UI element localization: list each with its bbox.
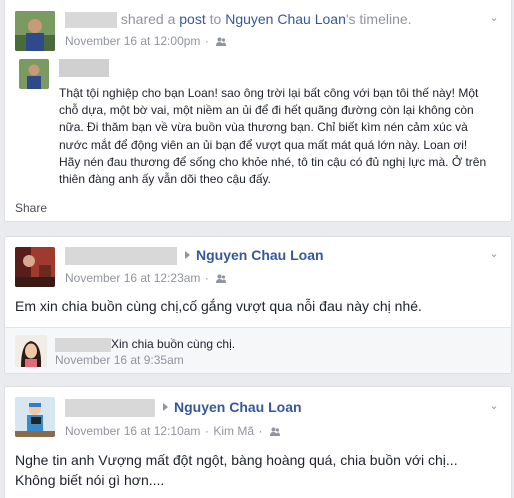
- inner-author-name-redacted[interactable]: [59, 59, 109, 77]
- inner-author-name[interactable]: [59, 59, 109, 77]
- chevron-down-icon[interactable]: ⌄: [487, 247, 501, 261]
- comment-body: Xin chia buồn cùng chị.: [55, 337, 235, 352]
- friends-icon[interactable]: [216, 274, 227, 283]
- post-text-line-2: Không biết nói gì hơn....: [15, 472, 165, 488]
- comment-author-avatar[interactable]: [15, 335, 47, 367]
- post-card-3: Nguyen Chau Loan November 16 at 12:10am …: [4, 386, 512, 498]
- action-prefix: shared a: [120, 11, 176, 27]
- post-text-line-1: Nghe tin anh Vượng mất đột ngột, bàng ho…: [15, 452, 458, 468]
- avatar-photo-icon: [15, 335, 47, 367]
- target-suffix: 's timeline.: [345, 11, 412, 27]
- comment-text: Xin chia buồn cùng chị.: [111, 337, 236, 351]
- author-name-redacted[interactable]: [65, 247, 177, 266]
- post-header: shared a post to Nguyen Chau Loan's time…: [65, 11, 412, 29]
- author-avatar[interactable]: [15, 397, 55, 437]
- comment-timestamp[interactable]: November 16 at 9:35am: [55, 353, 184, 367]
- timestamp[interactable]: November 16 at 12:00pm: [65, 34, 200, 48]
- comment-divider: [5, 327, 511, 328]
- comment-author-name-redacted[interactable]: [55, 337, 111, 352]
- author-name-redacted[interactable]: [65, 12, 117, 29]
- target-name-link[interactable]: Nguyen Chau Loan: [174, 399, 302, 415]
- post-meta: November 16 at 12:00pm ·: [65, 32, 227, 50]
- author-name-redacted[interactable]: [65, 399, 155, 418]
- post-meta: November 16 at 12:10am · Kim Mã ·: [65, 422, 280, 440]
- post-header: Nguyen Chau Loan: [65, 399, 302, 418]
- arrow-icon: [185, 251, 190, 259]
- friends-icon[interactable]: [216, 37, 227, 46]
- avatar-photo-icon: [15, 247, 55, 287]
- chevron-down-icon[interactable]: ⌄: [487, 11, 501, 25]
- post-card-1: shared a post to Nguyen Chau Loan's time…: [4, 0, 512, 222]
- avatar-photo-icon: [15, 397, 55, 437]
- chevron-down-icon[interactable]: ⌄: [487, 399, 501, 413]
- avatar-photo-icon: [19, 59, 49, 89]
- author-avatar[interactable]: [15, 247, 55, 287]
- inner-author-avatar[interactable]: [19, 59, 49, 89]
- timestamp[interactable]: November 16 at 12:23am: [65, 271, 200, 285]
- author-avatar[interactable]: [15, 11, 55, 51]
- shared-post-text: Thật tội nghiệp cho bạn Loan! sao ông tr…: [59, 86, 487, 187]
- action-to: to: [209, 11, 222, 27]
- target-name-link[interactable]: Nguyen Chau Loan: [196, 247, 324, 263]
- friends-icon[interactable]: [269, 427, 280, 436]
- timestamp[interactable]: November 16 at 12:10am: [65, 424, 200, 438]
- action-post-link[interactable]: post: [179, 11, 205, 27]
- arrow-icon: [163, 403, 168, 411]
- location-link[interactable]: Kim Mã: [213, 424, 254, 438]
- post-header: Nguyen Chau Loan: [65, 247, 324, 266]
- post-meta: November 16 at 12:23am ·: [65, 269, 227, 287]
- share-button[interactable]: Share: [15, 201, 47, 215]
- post-text: Em xin chia buồn cùng chị,cố gắng vượt q…: [15, 298, 422, 314]
- avatar-photo-icon: [15, 11, 55, 51]
- post-card-2: Nguyen Chau Loan November 16 at 12:23am …: [4, 236, 512, 374]
- target-name-link[interactable]: Nguyen Chau Loan: [225, 11, 346, 27]
